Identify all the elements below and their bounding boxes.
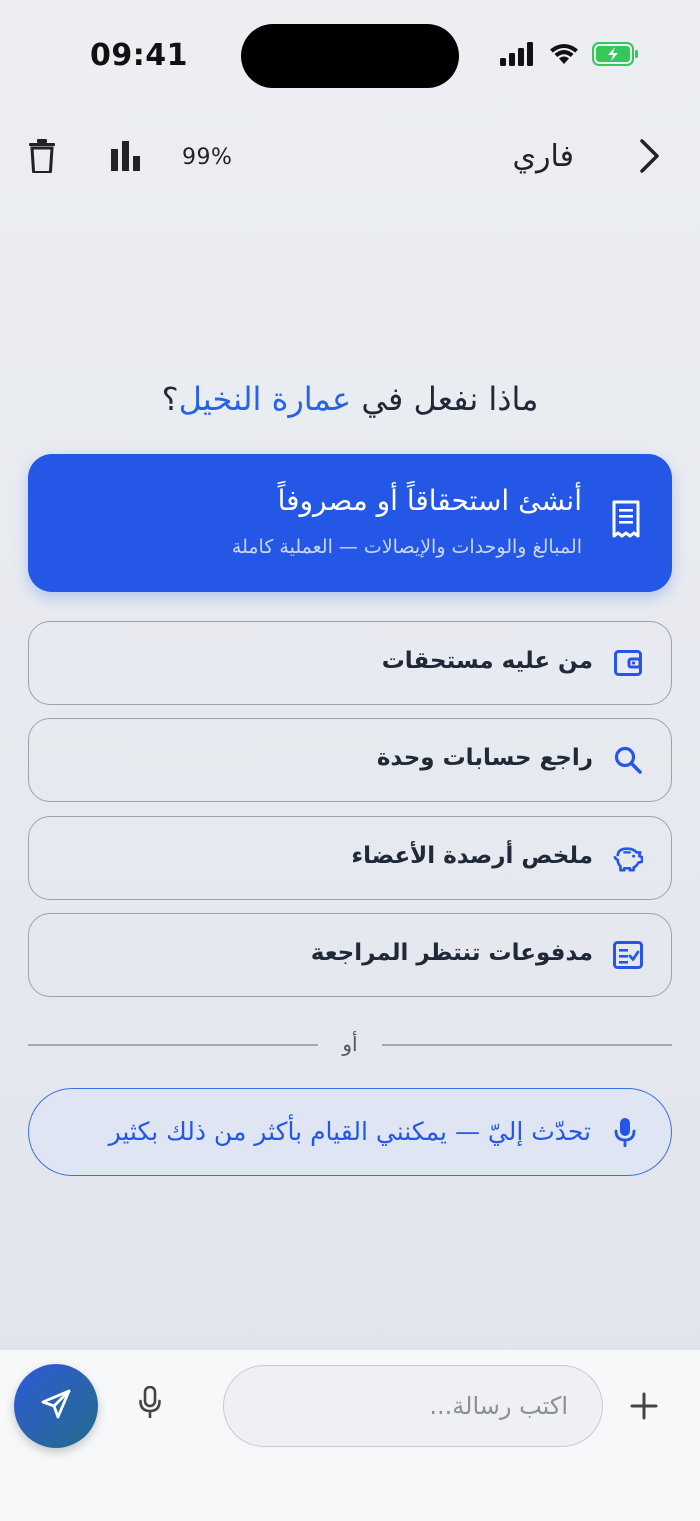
option-label: مدفوعات تنتظر المراجعة — [310, 940, 593, 966]
create-entry-title: أنشئ استحقاقاً أو مصروفاً — [277, 484, 582, 517]
voice-prompt-text: تحدّث إليّ — يمكنني القيام بأكثر من ذلك … — [108, 1117, 591, 1146]
option-label: راجع حسابات وحدة — [376, 745, 593, 771]
heading-prefix: ماذا نفعل في — [351, 380, 539, 418]
stats-button[interactable] — [98, 130, 154, 186]
heading-suffix: ؟ — [161, 380, 179, 418]
receipt-icon — [610, 500, 644, 544]
wallet-icon — [613, 648, 643, 678]
message-input[interactable] — [223, 1365, 603, 1447]
piggy-bank-icon — [613, 843, 643, 873]
status-icons — [500, 42, 640, 66]
top-app-bar: 99% فاري — [0, 125, 700, 191]
send-icon — [39, 1387, 73, 1425]
battery-charging-icon — [592, 42, 640, 66]
create-entry-subtitle: المبالغ والوحدات والإيصالات — العملية كا… — [231, 536, 582, 558]
voice-input-button[interactable] — [138, 1385, 162, 1424]
or-divider: أو — [28, 1030, 672, 1060]
create-entry-card[interactable]: أنشئ استحقاقاً أو مصروفاً المبالغ والوحد… — [28, 454, 672, 592]
message-composer — [0, 1350, 700, 1521]
status-time: 09:41 — [90, 38, 188, 73]
option-member-balances[interactable]: ملخص أرصدة الأعضاء — [28, 816, 672, 900]
bar-chart-icon — [111, 141, 141, 175]
chevron-right-icon — [639, 138, 661, 178]
option-pending-payments[interactable]: مدفوعات تنتظر المراجعة — [28, 913, 672, 997]
building-name: عمارة النخيل — [178, 380, 352, 418]
status-bar: 09:41 — [0, 0, 700, 110]
option-label: من عليه مستحقات — [381, 648, 593, 674]
search-icon — [613, 745, 643, 775]
back-button[interactable] — [622, 130, 678, 186]
delete-button[interactable] — [14, 130, 70, 186]
microphone-icon — [139, 1385, 161, 1418]
wifi-icon — [548, 42, 580, 66]
attach-button[interactable] — [626, 1388, 662, 1424]
page-heading: ماذا نفعل في عمارة النخيل؟ — [0, 380, 700, 418]
divider-line — [382, 1044, 672, 1046]
option-review-unit[interactable]: راجع حسابات وحدة — [28, 718, 672, 802]
signal-icon — [500, 42, 536, 66]
trash-icon — [28, 139, 56, 177]
page-title: فاري — [512, 139, 574, 174]
dynamic-island — [241, 24, 459, 88]
option-label: ملخص أرصدة الأعضاء — [351, 843, 593, 869]
send-button[interactable] — [14, 1364, 98, 1448]
voice-chat-button[interactable]: تحدّث إليّ — يمكنني القيام بأكثر من ذلك … — [28, 1088, 672, 1176]
option-dues-owed[interactable]: من عليه مستحقات — [28, 621, 672, 705]
microphone-icon — [613, 1117, 637, 1153]
plus-icon — [630, 1392, 658, 1420]
checklist-icon — [613, 940, 643, 970]
progress-percent: 99% — [182, 145, 233, 170]
